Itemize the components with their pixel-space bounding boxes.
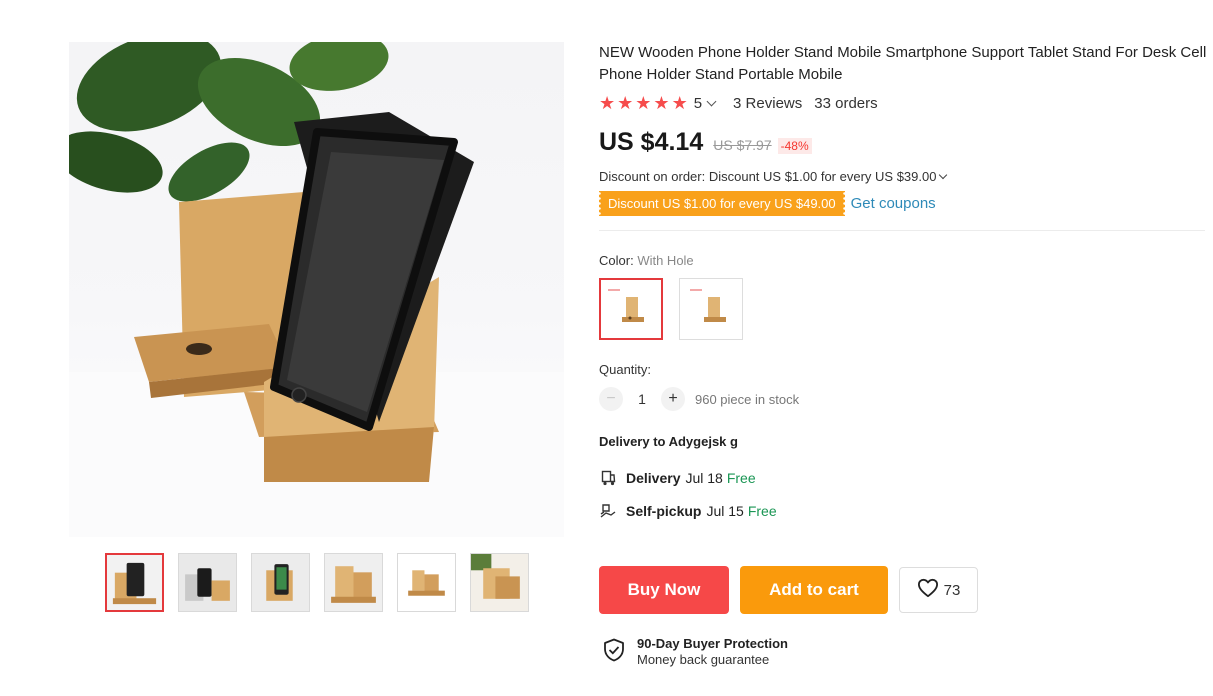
order-discount[interactable]: Discount on order: Discount US $1.00 for… (599, 169, 1209, 184)
quantity-increase-button[interactable]: + (661, 387, 685, 411)
delivery-label: Delivery (626, 470, 681, 486)
stock-info: 960 piece in stock (695, 391, 800, 407)
rating-row: ★ ★ ★ ★ ★ 5 3 Reviews 33 orders (599, 94, 1209, 112)
quantity-value[interactable]: 1 (623, 391, 661, 407)
product-title: NEW Wooden Phone Holder Stand Mobile Sma… (599, 44, 1207, 83)
star-icon: ★ (635, 93, 652, 113)
thumbnail-6[interactable] (470, 553, 529, 612)
shield-check-icon (603, 638, 625, 667)
get-coupons-link[interactable]: Get coupons (851, 195, 936, 212)
wishlist-count: 73 (943, 581, 961, 599)
coupon-badge: Discount US $1.00 for every US $49.00 (598, 191, 846, 216)
divider (599, 230, 1205, 231)
price-row: US $4.14 US $7.97 -48% (599, 128, 1209, 157)
thumbnail-4[interactable] (324, 553, 383, 612)
thumbnail-2[interactable] (178, 553, 237, 612)
color-selected: With Hole (637, 253, 694, 268)
discount-badge: -48% (777, 138, 812, 154)
color-option-with-hole[interactable] (599, 278, 663, 340)
delivery-price: Free (726, 470, 756, 486)
original-price: US $7.97 (713, 137, 772, 153)
buy-now-button[interactable]: Buy Now (599, 566, 729, 614)
product-photo (69, 42, 564, 537)
thumbnail-5[interactable] (397, 553, 456, 612)
shipping-option-delivery: Delivery Jul 18 Free (599, 469, 1209, 487)
shipping-option-pickup: Self-pickup Jul 15 Free (599, 502, 1209, 520)
truck-icon (599, 469, 617, 487)
star-icon: ★ (671, 93, 688, 113)
main-product-image[interactable] (69, 42, 564, 537)
current-price: US $4.14 (599, 128, 704, 156)
purchase-actions: Buy Now Add to cart 73 (599, 566, 978, 614)
quantity-label: Quantity: (599, 362, 652, 377)
thumbnail-1[interactable] (105, 553, 164, 612)
color-label: Color: With Hole (599, 253, 694, 268)
pickup-date: Jul 15 (706, 503, 744, 519)
delivery-date: Jul 18 (685, 470, 723, 486)
orders-count: 33 orders (814, 94, 878, 112)
protection-subtitle: Money back guarantee (637, 652, 770, 667)
thumbnail-3[interactable] (251, 553, 310, 612)
thumbnail-strip (105, 553, 529, 612)
star-icon: ★ (599, 93, 616, 113)
pickup-icon (599, 502, 617, 520)
product-info: NEW Wooden Phone Holder Stand Mobile Sma… (598, 42, 1209, 520)
pickup-label: Self-pickup (626, 503, 702, 519)
chevron-down-icon (939, 170, 948, 179)
coupon-row: Discount US $1.00 for every US $49.00 Ge… (598, 191, 1209, 216)
order-discount-text: Discount on order: Discount US $1.00 for… (599, 169, 937, 184)
delivery-location[interactable]: Delivery to Adygejsk g (599, 434, 1209, 449)
color-option-without-hole[interactable] (679, 278, 743, 340)
protection-title: 90-Day Buyer Protection (637, 636, 788, 651)
color-swatches (599, 278, 1209, 340)
reviews-link[interactable]: 3 Reviews (733, 95, 802, 112)
pickup-price: Free (747, 503, 777, 519)
buyer-protection: 90-Day Buyer Protection Money back guara… (603, 636, 788, 668)
quantity-stepper: − 1 + 960 piece in stock (599, 387, 1209, 411)
add-to-cart-button[interactable]: Add to cart (740, 566, 888, 614)
rating-value: 5 (693, 94, 703, 112)
quantity-decrease-button[interactable]: − (599, 387, 623, 411)
wishlist-button[interactable]: 73 (899, 567, 978, 613)
star-icon: ★ (617, 93, 634, 113)
chevron-down-icon (706, 96, 717, 106)
rating-stars[interactable]: ★ ★ ★ ★ ★ (599, 94, 688, 112)
star-icon: ★ (653, 93, 670, 113)
heart-icon (917, 578, 939, 602)
rating-dropdown[interactable]: 5 (693, 94, 717, 112)
